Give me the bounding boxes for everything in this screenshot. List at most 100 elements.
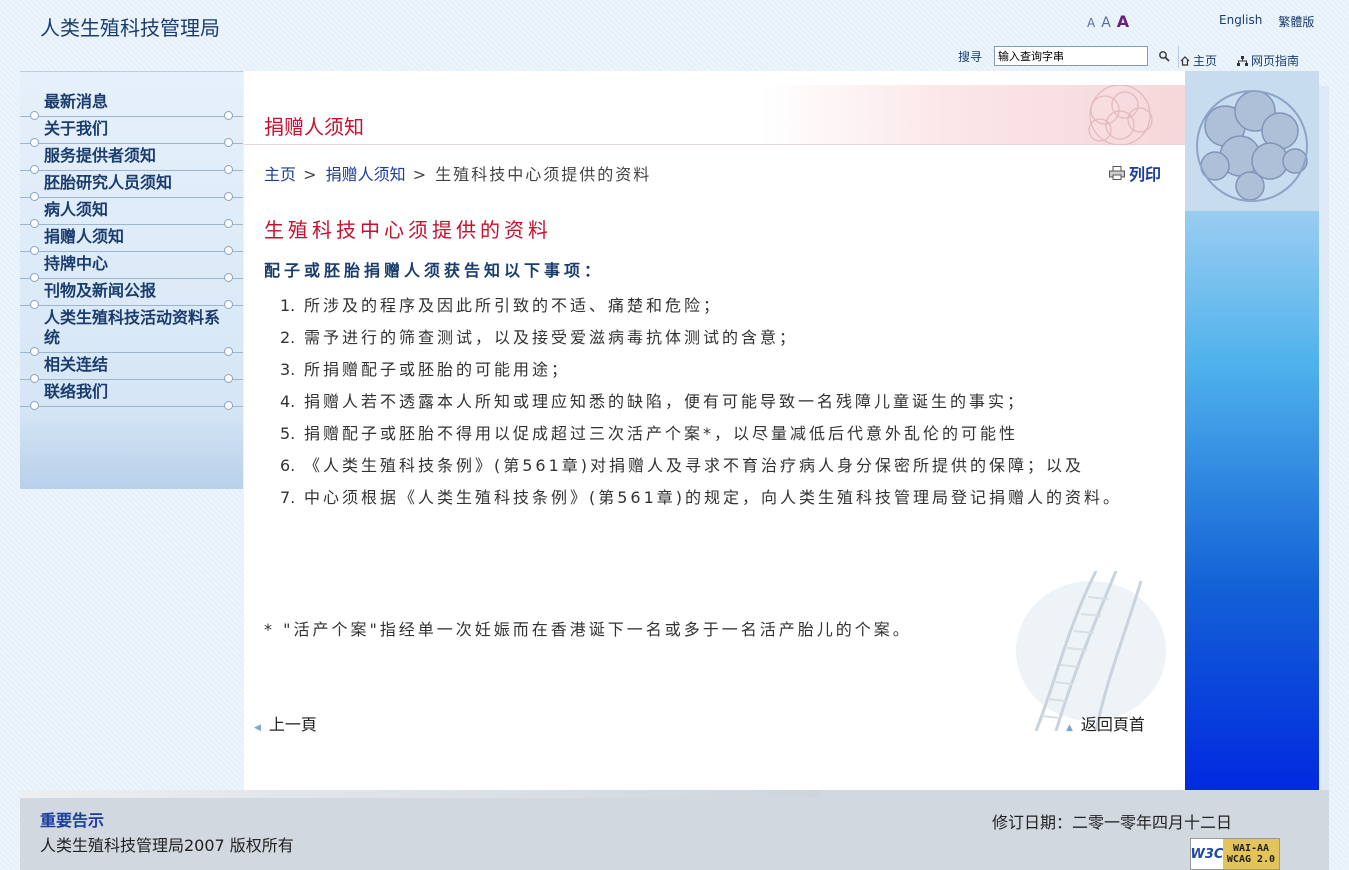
embryo-cells-image [1185, 71, 1319, 211]
list-item: 2. 需予进行的筛查测试，以及接受爱滋病毒抗体测试的含意； [280, 327, 1165, 349]
previous-page-link[interactable]: ◀ 上一頁 [254, 711, 317, 735]
home-link[interactable]: 主页 [1180, 52, 1217, 69]
site-title: 人类生殖科技管理局 [40, 16, 220, 40]
important-notice-link[interactable]: 重要告示 [40, 807, 104, 831]
sidebar-item-label: 持牌中心 [44, 254, 109, 273]
sidebar: 最新消息 关于我们 服务提供者须知 胚胎研究人员须知 病人须知 捐赠人须知 持牌… [20, 71, 243, 489]
sidebar-item-label: 病人须知 [44, 200, 109, 219]
sidebar-item-label: 捐赠人须知 [44, 227, 125, 246]
list-item: 7. 中心须根据《人类生殖科技条例》(第561章)的规定，向人类生殖科技管理局登记… [280, 487, 1165, 509]
sidebar-item-label: 刊物及新闻公报 [44, 281, 157, 300]
print-label: 列印 [1128, 165, 1161, 184]
font-size-small-button[interactable]: A [1087, 16, 1095, 30]
footer: 重要告示 人类生殖科技管理局2007 版权所有 修订日期：二零一零年四月十二日 … [20, 790, 1329, 870]
triangle-up-icon: ▲ [1066, 723, 1073, 733]
list-item-text: 《人类生殖科技条例》(第561章)对捐赠人及寻求不育治疗病人身分保密所提供的保障… [304, 456, 1085, 475]
list-item-number: 6. [280, 456, 296, 475]
sidebar-item-label: 相关连结 [44, 355, 109, 374]
sidebar-item-related-links[interactable]: 相关连结 [20, 353, 243, 383]
breadcrumb: 主页 > 捐赠人须知 > 生殖科技中心须提供的资料 [264, 161, 651, 185]
traditional-chinese-link[interactable]: 繁體版 [1278, 13, 1314, 30]
list-item-text: 所涉及的程序及因此所引致的不适、痛楚和危险； [304, 296, 723, 315]
english-link[interactable]: English [1219, 13, 1262, 30]
sidebar-item-latest-news[interactable]: 最新消息 [20, 90, 243, 120]
list-item: 5. 捐赠配子或胚胎不得用以促成超过三次活产个案*，以尽量减低后代意外乱伦的可能性 [280, 423, 1165, 445]
sidebar-item-publications[interactable]: 刊物及新闻公报 [20, 279, 243, 309]
sidebar-item-about-us[interactable]: 关于我们 [20, 117, 243, 147]
sitemap-link-label: 网页指南 [1251, 54, 1300, 68]
top-nav: 主页 网页指南 [1180, 52, 1299, 69]
list-item-number: 3. [280, 360, 296, 379]
wcag-badge-text: WAI-AA WCAG 2.0 [1223, 839, 1279, 869]
search-icon [1159, 51, 1170, 62]
back-to-top-link[interactable]: ▲ 返回頁首 [1066, 711, 1145, 735]
list-item: 6. 《人类生殖科技条例》(第561章)对捐赠人及寻求不育治疗病人身分保密所提供的… [280, 455, 1165, 477]
list-item-number: 1. [280, 296, 296, 315]
sidebar-item-contact-us[interactable]: 联络我们 [20, 380, 243, 410]
sidebar-item-label: 联络我们 [44, 382, 109, 401]
home-link-label: 主页 [1193, 54, 1218, 68]
info-list: 1. 所涉及的程序及因此所引致的不适、痛楚和危险； 2. 需予进行的筛查测试，以及接… [280, 295, 1165, 519]
home-icon [1180, 55, 1190, 66]
list-item-number: 5. [280, 424, 296, 443]
list-item: 4. 捐赠人若不透露本人所知或理应知悉的缺陷，便有可能导致一名残障儿童诞生的事实； [280, 391, 1165, 413]
w3c-logo: W3C [1191, 839, 1223, 869]
copyright-text: 人类生殖科技管理局2007 版权所有 [40, 836, 294, 855]
search-button[interactable] [1154, 46, 1174, 66]
footer-shadow-band [20, 790, 820, 798]
list-item: 1. 所涉及的程序及因此所引致的不适、痛楚和危险； [280, 295, 1165, 317]
right-panel-edge [1319, 86, 1329, 801]
list-item-number: 7. [280, 488, 296, 507]
search-label: 搜寻 [958, 49, 983, 64]
sidebar-item-licensed-centres[interactable]: 持牌中心 [20, 252, 243, 282]
list-item: 3. 所捐赠配子或胚胎的可能用途； [280, 359, 1165, 381]
title-banner [244, 85, 1185, 145]
sidebar-nav: 最新消息 关于我们 服务提供者须知 胚胎研究人员须知 病人须知 捐赠人须知 持牌… [20, 90, 243, 410]
list-item-text: 所捐赠配子或胚胎的可能用途； [304, 360, 571, 379]
printer-icon [1108, 166, 1125, 180]
search-bar: 搜寻 [958, 46, 1174, 66]
dna-decoration-image [1016, 571, 1166, 731]
print-button[interactable]: 列印 [1108, 161, 1161, 185]
wcag-badge[interactable]: W3C WAI-AA WCAG 2.0 [1190, 838, 1280, 870]
right-decorative-panel [1185, 71, 1319, 801]
font-size-large-button[interactable]: A [1117, 12, 1129, 31]
wcag-level: WAI-AA [1232, 843, 1270, 854]
wcag-version: WCAG 2.0 [1226, 854, 1276, 865]
revision-date: 修订日期：二零一零年四月十二日 [992, 813, 1233, 832]
section-title: 生殖科技中心须提供的资料 [264, 218, 552, 242]
list-item-text: 捐赠配子或胚胎不得用以促成超过三次活产个案*，以尽量减低后代意外乱伦的可能性 [304, 424, 1019, 443]
sidebar-item-embryo-researchers[interactable]: 胚胎研究人员须知 [20, 171, 243, 201]
breadcrumb-current: 生殖科技中心须提供的资料 [435, 165, 652, 184]
breadcrumb-separator: > [296, 165, 326, 184]
language-links: English 繁體版 [1219, 13, 1314, 30]
sidebar-item-donors[interactable]: 捐赠人须知 [20, 225, 243, 255]
list-item-number: 2. [280, 328, 296, 347]
sitemap-icon [1237, 55, 1249, 66]
sidebar-item-label: 关于我们 [44, 119, 109, 138]
list-item-text: 捐赠人若不透露本人所知或理应知悉的缺陷，便有可能导致一名残障儿童诞生的事实； [304, 392, 1027, 411]
subheading: 配子或胚胎捐赠人须获告知以下事项： [264, 261, 605, 280]
sidebar-item-label: 胚胎研究人员须知 [44, 173, 173, 192]
breadcrumb-parent-link[interactable]: 捐赠人须知 [326, 165, 406, 184]
previous-page-label: 上一頁 [268, 715, 317, 734]
sidebar-item-label: 人类生殖科技活动资料系统 [44, 308, 221, 347]
header-divider [1178, 46, 1179, 68]
main-content: 捐赠人须知 主页 > 捐赠人须知 > 生殖科技中心须提供的资料 列印 生殖科技中… [244, 71, 1185, 790]
sitemap-link[interactable]: 网页指南 [1237, 52, 1299, 69]
cells-decoration-image [1088, 85, 1153, 145]
font-size-medium-button[interactable]: A [1101, 15, 1111, 31]
sidebar-item-patients[interactable]: 病人须知 [20, 198, 243, 228]
breadcrumb-separator: > [405, 165, 436, 184]
sidebar-item-activity-system[interactable]: 人类生殖科技活动资料系统 [20, 306, 243, 356]
font-size-controls: A A A [1087, 12, 1129, 31]
search-input[interactable] [994, 46, 1149, 66]
list-item-number: 4. [280, 392, 296, 411]
footnote: * "活产个案"指经单一次妊娠而在香港诞下一名或多于一名活产胎儿的个案。 [264, 620, 912, 639]
sidebar-item-service-providers[interactable]: 服务提供者须知 [20, 144, 243, 174]
page-title: 捐赠人须知 [264, 115, 364, 139]
back-to-top-label: 返回頁首 [1080, 715, 1145, 734]
triangle-left-icon: ◀ [254, 723, 261, 733]
sidebar-item-label: 服务提供者须知 [44, 146, 157, 165]
breadcrumb-home-link[interactable]: 主页 [264, 165, 296, 184]
